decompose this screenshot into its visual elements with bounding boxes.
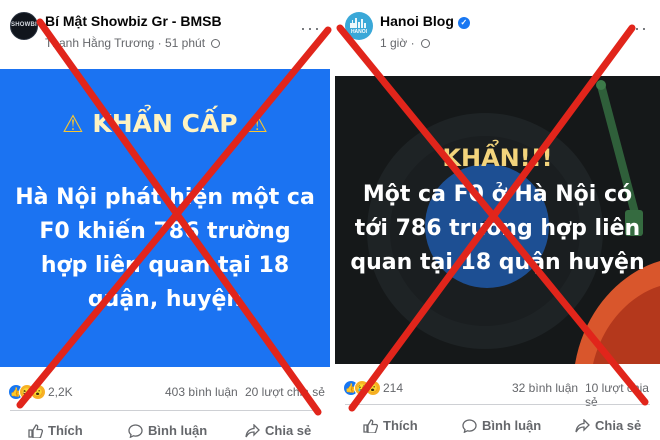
post-header: HANOI Hanoi Blog ✓ 1 giờ · ··· (335, 0, 660, 66)
comment-label: Bình luận (482, 418, 542, 433)
globe-icon (211, 39, 221, 48)
reactions-bar: 👍 😢 😮 214 32 bình luận 10 lượt chia sẻ (335, 374, 660, 409)
share-icon (245, 423, 260, 438)
more-icon[interactable]: ··· (300, 18, 321, 39)
like-icon (28, 424, 44, 439)
comment-icon (128, 424, 143, 439)
verified-icon: ✓ (457, 17, 470, 29)
post-time[interactable]: 1 giờ (380, 36, 407, 50)
meta-separator: · (157, 36, 165, 50)
urgent-label: KHẨN CẤP (92, 109, 238, 138)
like-icon (363, 419, 379, 434)
reactions-bar: 👍 😆 😮 2,2K 403 bình luận 20 lượt chia sẻ (0, 378, 330, 406)
comment-icon (462, 419, 477, 434)
more-icon[interactable]: ··· (627, 18, 648, 39)
post-image-card[interactable]: ⚠ KHẨN CẤP ⚠ Hà Nội phát hiện một ca F0 … (0, 69, 330, 367)
globe-icon (420, 39, 430, 48)
reaction-icons[interactable]: 👍 😆 😮 (8, 384, 48, 402)
divider (345, 404, 650, 405)
wow-reaction-icon: 😮 (30, 384, 46, 400)
page-name[interactable]: Bí Mật Showbiz Gr - BMSB (45, 13, 222, 29)
action-bar: Thích Bình luận Chia sẻ (0, 414, 330, 440)
post-meta: Thanh Hằng Trương · 51 phút (45, 36, 221, 50)
share-label: Chia sẻ (265, 423, 312, 438)
page-name-link[interactable]: Hanoi Blog (380, 13, 454, 29)
share-button[interactable]: Chia sẻ (575, 418, 641, 433)
wow-reaction-icon: 😮 (365, 380, 381, 396)
share-button[interactable]: Chia sẻ (245, 423, 311, 438)
page-avatar[interactable]: SHOWBIZ (10, 12, 38, 40)
share-icon (575, 418, 590, 433)
post-time[interactable]: 51 phút (165, 36, 205, 50)
comment-count[interactable]: 32 bình luận (512, 381, 578, 395)
author-name[interactable]: Thanh Hằng Trương (45, 36, 154, 50)
reaction-icons[interactable]: 👍 😢 😮 (343, 380, 383, 398)
comment-button[interactable]: Bình luận (128, 423, 208, 439)
card-body-text: Hà Nội phát hiện một ca F0 khiến 786 trư… (15, 185, 315, 312)
like-label: Thích (383, 418, 418, 433)
divider (10, 410, 320, 411)
post-header: SHOWBIZ Bí Mật Showbiz Gr - BMSB Thanh H… (0, 0, 330, 66)
action-bar: Thích Bình luận Chia sẻ (335, 409, 660, 440)
share-count[interactable]: 20 lượt chia sẻ (245, 385, 325, 399)
avatar-logo-text: SHOWBIZ (11, 22, 38, 28)
like-button[interactable]: Thích (363, 418, 418, 434)
facebook-post-right: HANOI Hanoi Blog ✓ 1 giờ · ··· KHẨN!!! M… (335, 0, 660, 440)
screenshot-stage: SHOWBIZ Bí Mật Showbiz Gr - BMSB Thanh H… (0, 0, 660, 440)
post-image-card[interactable]: KHẨN!!! Một ca F0 ở Hà Nội có tới 786 tr… (335, 76, 660, 364)
like-button[interactable]: Thích (28, 423, 83, 439)
urgent-heading: ⚠ KHẨN CẤP ⚠ (0, 109, 330, 138)
reaction-count[interactable]: 214 (383, 381, 403, 395)
comment-label: Bình luận (148, 423, 208, 438)
comment-button[interactable]: Bình luận (462, 418, 542, 434)
comment-count[interactable]: 403 bình luận (165, 385, 238, 399)
warning-icon: ⚠ (246, 110, 268, 138)
avatar-logo-text: HANOI (350, 29, 368, 35)
warning-icon: ⚠ (62, 110, 84, 138)
like-label: Thích (48, 423, 83, 438)
share-label: Chia sẻ (595, 418, 642, 433)
urgent-heading: KHẨN!!! (442, 144, 553, 172)
card-body-text: Một ca F0 ở Hà Nội có tới 786 trường hợp… (350, 182, 645, 275)
facebook-post-left: SHOWBIZ Bí Mật Showbiz Gr - BMSB Thanh H… (0, 0, 330, 440)
meta-separator: · (410, 36, 418, 50)
page-name: Hanoi Blog ✓ (380, 13, 470, 29)
reaction-count[interactable]: 2,2K (48, 385, 73, 399)
page-avatar[interactable]: HANOI (345, 12, 373, 40)
post-meta: 1 giờ · (380, 36, 430, 50)
skyline-icon (350, 18, 366, 28)
